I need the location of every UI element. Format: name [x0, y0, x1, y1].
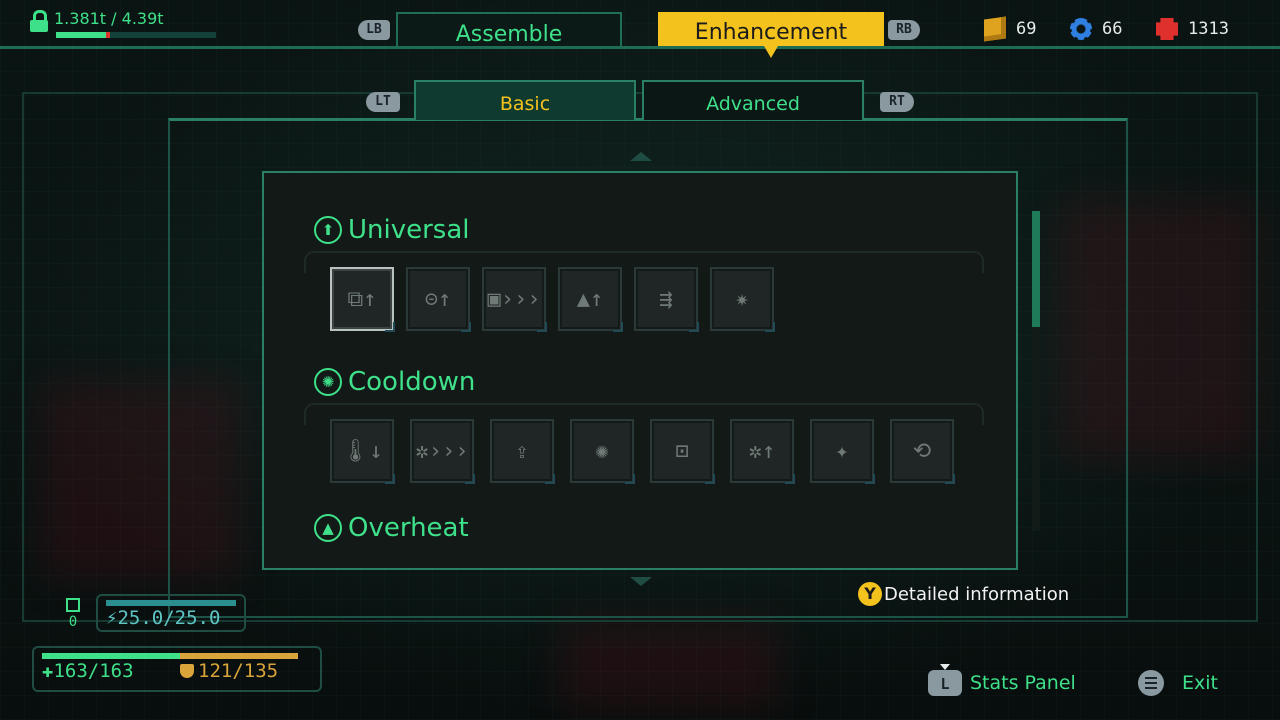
rt-button[interactable]: RT: [880, 92, 914, 112]
slot-icon: ⟲: [912, 438, 932, 464]
slot-icon: ⇶: [659, 286, 673, 312]
slot-cooldown-1[interactable]: 🌡↓: [330, 419, 395, 484]
y-button-icon: Y: [858, 582, 882, 606]
slot-icon: 🌡↓: [341, 438, 383, 464]
hp-bar: [42, 653, 180, 659]
stats-panel-label: Stats Panel: [970, 672, 1076, 694]
slot-cooldown-7[interactable]: ✦: [810, 419, 875, 484]
energy-gauge: ⚡25.0/25.0: [96, 594, 246, 632]
enhancement-panel: ⬆ Universal ⧉↑ ⊝↑ ▣››› ▲↑ ⇶ ✷ ✺ Cooldown…: [262, 171, 1018, 570]
slot-icon: ✲↑: [748, 438, 776, 464]
slot-universal-3[interactable]: ▣›››: [482, 267, 547, 332]
shield-bar: [180, 653, 298, 659]
weight-bar-fill: [56, 32, 106, 38]
weight-indicator: 1.381t / 4.39t: [30, 10, 164, 32]
resource-chip: 1313: [1156, 18, 1229, 40]
scroll-up-chevron-icon[interactable]: [630, 152, 652, 161]
left-stick-icon: L: [928, 664, 962, 696]
slot-counter: 0: [66, 598, 80, 630]
slot-universal-1[interactable]: ⧉↑: [330, 267, 395, 332]
detailed-info-label: Detailed information: [884, 583, 1070, 605]
slot-icon: ▲↑: [576, 286, 604, 312]
hp-text: ✚163/163: [42, 660, 134, 682]
slot-cooldown-5[interactable]: ⊡: [650, 419, 715, 484]
slot-counter-value: 0: [68, 614, 78, 630]
universal-slot-grid: ⧉↑ ⊝↑ ▣››› ▲↑ ⇶ ✷: [330, 267, 775, 332]
energy-text: ⚡25.0/25.0: [106, 607, 221, 629]
slot-icon: ⇪: [515, 438, 529, 464]
subtab-basic[interactable]: Basic: [414, 80, 636, 120]
scroll-down-chevron-icon[interactable]: [630, 577, 652, 586]
weight-bar: [56, 32, 216, 38]
up-arrow-icon: ⬆: [314, 216, 342, 244]
slot-cooldown-6[interactable]: ✲↑: [730, 419, 795, 484]
weight-text: 1.381t / 4.39t: [54, 9, 164, 28]
weight-lock-icon: [30, 10, 48, 32]
lb-button[interactable]: LB: [358, 20, 390, 40]
slot-icon: ✲›››: [415, 438, 469, 464]
flame-icon: ▲: [314, 514, 342, 542]
resource-gear-value: 66: [1102, 19, 1123, 39]
slot-universal-4[interactable]: ▲↑: [558, 267, 623, 332]
slot-cooldown-3[interactable]: ⇪: [490, 419, 555, 484]
red-chip-icon: [1156, 18, 1178, 40]
vitals-panel: ✚163/163 121/135: [32, 646, 322, 692]
resource-gold: 69: [984, 16, 1037, 42]
energy-bar: [106, 600, 236, 606]
stats-panel-prompt[interactable]: L Stats Panel: [928, 664, 1076, 696]
slot-icon: ⊝↑: [424, 286, 452, 312]
slot-icon: ✷: [735, 286, 749, 312]
tab-enhancement[interactable]: Enhancement: [658, 12, 884, 58]
weight-bar-marker: [106, 32, 110, 38]
slot-cooldown-8[interactable]: ⟲: [890, 419, 955, 484]
slot-icon: ✺: [595, 438, 609, 464]
section-overheat-title: ▲ Overheat: [314, 513, 469, 543]
slot-universal-6[interactable]: ✷: [710, 267, 775, 332]
subtab-advanced[interactable]: Advanced: [642, 80, 864, 120]
exit-prompt[interactable]: Exit: [1138, 670, 1218, 696]
tab-assemble[interactable]: Assemble: [396, 12, 622, 47]
slot-icon: ▣›››: [487, 286, 541, 312]
section-universal-label: Universal: [348, 215, 470, 245]
energy-value: 25.0/25.0: [117, 607, 221, 629]
slot-icon: ⊡: [675, 438, 689, 464]
section-cooldown-label: Cooldown: [348, 367, 476, 397]
slot-cooldown-4[interactable]: ✺: [570, 419, 635, 484]
shield-value: 121/135: [198, 660, 279, 682]
resource-chip-value: 1313: [1188, 19, 1229, 39]
slot-cooldown-2[interactable]: ✲›››: [410, 419, 475, 484]
slot-universal-5[interactable]: ⇶: [634, 267, 699, 332]
section-overheat-label: Overheat: [348, 513, 469, 543]
top-divider: [0, 46, 1280, 49]
swirl-icon: ✺: [314, 368, 342, 396]
scrollbar-thumb[interactable]: [1032, 211, 1040, 327]
slot-universal-2[interactable]: ⊝↑: [406, 267, 471, 332]
slot-icon: ⧉↑: [347, 286, 377, 312]
shield-icon: [180, 664, 194, 678]
slot-counter-icon: [66, 598, 80, 612]
exit-label: Exit: [1182, 672, 1218, 694]
resource-gold-value: 69: [1016, 19, 1037, 39]
hp-value: 163/163: [53, 660, 134, 682]
detailed-info-prompt[interactable]: Y Detailed information: [858, 582, 1069, 606]
section-cooldown-title: ✺ Cooldown: [314, 367, 475, 397]
lt-button[interactable]: LT: [366, 92, 400, 112]
slot-icon: ✦: [835, 438, 849, 464]
menu-button-icon: [1138, 670, 1164, 696]
cooldown-slot-grid: 🌡↓ ✲››› ⇪ ✺ ⊡ ✲↑ ✦ ⟲: [330, 419, 955, 484]
rb-button[interactable]: RB: [888, 20, 920, 40]
gold-cube-icon: [984, 16, 1006, 42]
resource-gear: 66: [1070, 18, 1122, 40]
blue-gear-icon: [1070, 18, 1092, 40]
shield-text: 121/135: [180, 660, 278, 682]
scrollbar[interactable]: [1032, 211, 1040, 531]
section-universal-title: ⬆ Universal: [314, 215, 470, 245]
background-glow: [560, 620, 780, 710]
